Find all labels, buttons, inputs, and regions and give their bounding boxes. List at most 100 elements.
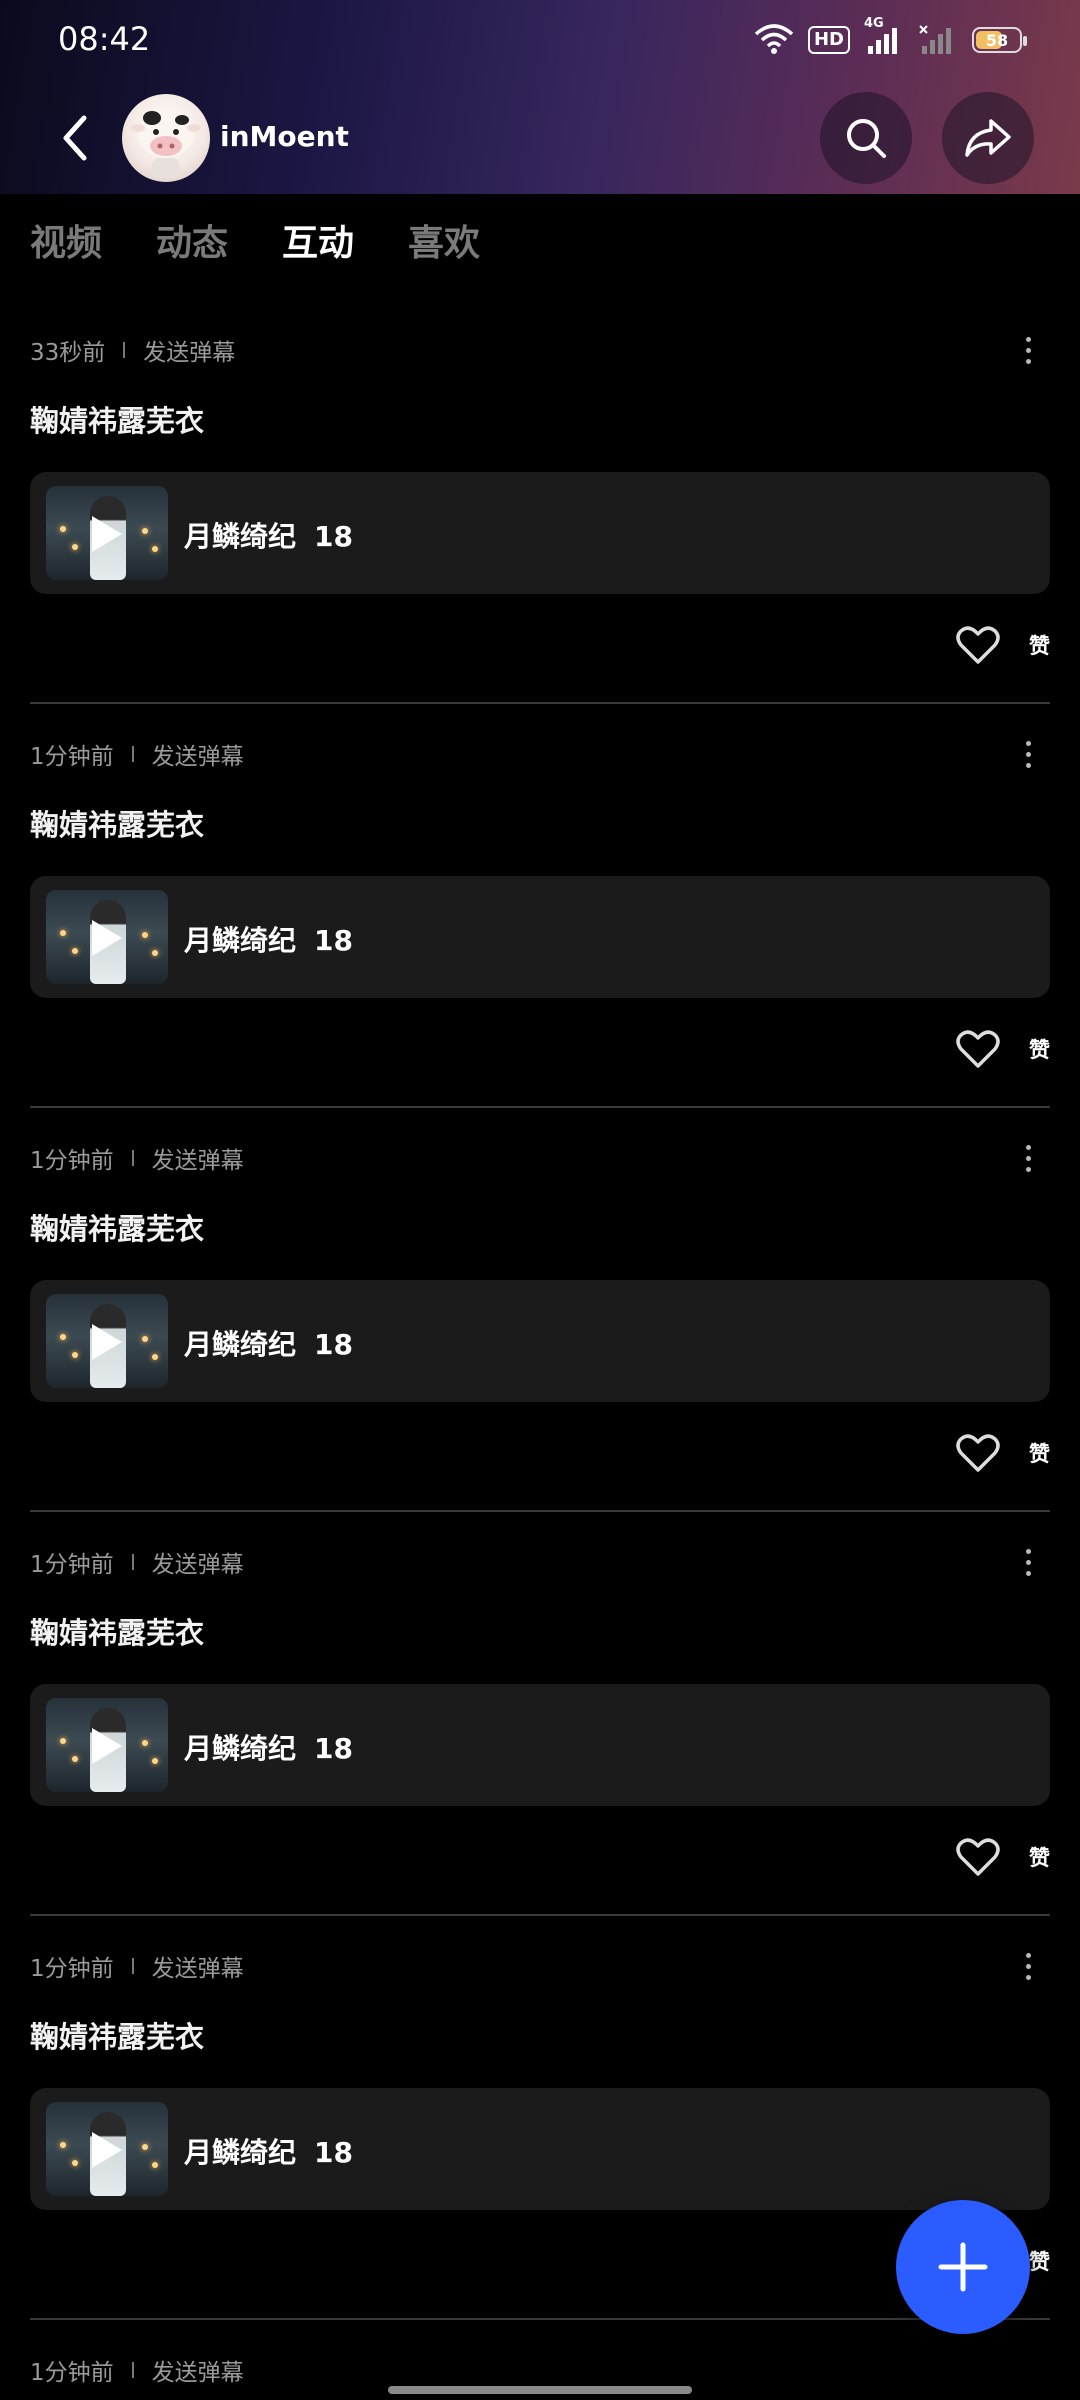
separator <box>131 2362 134 2378</box>
like-label: 赞 <box>1029 1038 1050 1062</box>
post-time: 1分钟前 <box>30 1552 114 1578</box>
more-options-button[interactable] <box>1008 1946 1048 1986</box>
like-button[interactable]: 赞 <box>955 1428 1050 1478</box>
like-label: 赞 <box>1029 634 1050 658</box>
like-button[interactable]: 赞 <box>955 620 1050 670</box>
list-item: 33秒前 发送弹幕 鞠婧祎露芜衣 月鳞绮纪 18 赞 <box>30 300 1050 704</box>
play-icon <box>92 1728 122 1764</box>
username[interactable]: inMoent <box>220 120 349 153</box>
post-time: 1分钟前 <box>30 1148 114 1174</box>
separator <box>131 1554 134 1570</box>
more-vertical-icon <box>1025 336 1031 342</box>
hd-icon: HD <box>807 22 850 58</box>
more-options-button[interactable] <box>1008 330 1048 370</box>
post-action: 发送弹幕 <box>151 744 244 770</box>
post-action: 发送弹幕 <box>143 340 236 366</box>
danmaku-text: 鞠婧祎露芜衣 <box>30 808 205 842</box>
video-thumbnail <box>46 1294 168 1388</box>
tab-likes[interactable]: 喜欢 <box>408 214 480 270</box>
plus-icon <box>938 2242 988 2292</box>
heart-icon <box>956 1030 1000 1068</box>
heart-icon <box>956 1434 1000 1472</box>
profile-tabs: 视频 动态 互动 喜欢 <box>30 214 534 270</box>
play-icon <box>92 516 122 552</box>
share-button[interactable] <box>942 92 1034 184</box>
signal-no-service-icon <box>918 22 958 58</box>
battery-icon: 58 <box>972 22 1027 58</box>
video-thumbnail <box>46 2102 168 2196</box>
video-card[interactable]: 月鳞绮纪 18 <box>30 472 1050 594</box>
create-button[interactable] <box>896 2200 1030 2334</box>
more-options-button[interactable] <box>1008 734 1048 774</box>
like-button[interactable]: 赞 <box>955 1832 1050 1882</box>
danmaku-text: 鞠婧祎露芜衣 <box>30 404 205 438</box>
video-card[interactable]: 月鳞绮纪 18 <box>30 2088 1050 2210</box>
post-meta: 1分钟前 发送弹幕 <box>30 736 244 772</box>
signal-4g-icon: 4G <box>864 16 904 58</box>
video-thumbnail <box>46 1698 168 1792</box>
separator <box>123 342 126 358</box>
cow-avatar-icon <box>131 110 201 178</box>
heart-icon <box>956 626 1000 664</box>
video-thumbnail <box>46 890 168 984</box>
video-title: 月鳞绮纪 18 <box>184 2136 353 2169</box>
more-vertical-icon <box>1025 1548 1031 1554</box>
post-meta: 1分钟前 发送弹幕 <box>30 1544 244 1580</box>
video-title: 月鳞绮纪 18 <box>184 924 353 957</box>
post-time: 1分钟前 <box>30 1956 114 1982</box>
separator <box>131 1958 134 1974</box>
back-button[interactable] <box>48 110 104 166</box>
danmaku-text: 鞠婧祎露芜衣 <box>30 2020 205 2054</box>
more-options-button[interactable] <box>1008 1138 1048 1178</box>
post-action: 发送弹幕 <box>151 1956 244 1982</box>
video-card[interactable]: 月鳞绮纪 18 <box>30 876 1050 998</box>
separator <box>131 746 134 762</box>
back-arrow-icon <box>63 115 87 161</box>
like-label: 赞 <box>1029 2250 1050 2274</box>
like-label: 赞 <box>1029 1442 1050 1466</box>
post-meta: 1分钟前 发送弹幕 <box>30 1140 244 1176</box>
video-card[interactable]: 月鳞绮纪 18 <box>30 1684 1050 1806</box>
post-time: 1分钟前 <box>30 2360 114 2386</box>
more-vertical-icon <box>1025 740 1031 746</box>
danmaku-text: 鞠婧祎露芜衣 <box>30 1616 205 1650</box>
tab-activity[interactable]: 动态 <box>156 214 228 270</box>
like-button[interactable]: 赞 <box>955 1024 1050 1074</box>
post-time: 1分钟前 <box>30 744 114 770</box>
post-time: 33秒前 <box>30 340 106 366</box>
more-options-button[interactable] <box>1008 1542 1048 1582</box>
tab-interactions[interactable]: 互动 <box>282 214 354 270</box>
home-indicator[interactable] <box>388 2386 692 2394</box>
list-item: 1分钟前 发送弹幕 鞠婧祎露芜衣 月鳞绮纪 18 赞 <box>30 704 1050 1108</box>
top-nav: inMoent <box>0 90 1080 186</box>
post-action: 发送弹幕 <box>151 2360 244 2386</box>
tab-videos[interactable]: 视频 <box>30 214 102 270</box>
status-bar: 08:42 HD 4G 58 <box>0 0 1080 80</box>
list-item: 1分钟前 发送弹幕 鞠婧祎露芜衣 月鳞绮纪 18 赞 <box>30 1108 1050 1512</box>
post-action: 发送弹幕 <box>151 1552 244 1578</box>
header: 08:42 HD 4G 58 inMoent <box>0 0 1080 194</box>
play-icon <box>92 2132 122 2168</box>
play-icon <box>92 1324 122 1360</box>
share-icon <box>965 119 1011 157</box>
list-item: 1分钟前 发送弹幕 鞠婧祎露芜衣 月鳞绮纪 18 赞 <box>30 1512 1050 1916</box>
video-title: 月鳞绮纪 18 <box>184 1732 353 1765</box>
video-thumbnail <box>46 486 168 580</box>
video-title: 月鳞绮纪 18 <box>184 1328 353 1361</box>
separator <box>131 1150 134 1166</box>
more-vertical-icon <box>1025 1952 1031 1958</box>
avatar[interactable] <box>122 94 210 182</box>
search-button[interactable] <box>820 92 912 184</box>
post-action: 发送弹幕 <box>151 1148 244 1174</box>
interaction-feed: 33秒前 发送弹幕 鞠婧祎露芜衣 月鳞绮纪 18 赞 1分钟前 发送弹幕 鞠婧祎露芜衣 <box>30 300 1050 2400</box>
video-title: 月鳞绮纪 18 <box>184 520 353 553</box>
wifi-icon <box>754 22 794 58</box>
like-label: 赞 <box>1029 1846 1050 1870</box>
post-meta: 33秒前 发送弹幕 <box>30 332 235 368</box>
status-icons: HD 4G 58 <box>754 16 1027 58</box>
video-card[interactable]: 月鳞绮纪 18 <box>30 1280 1050 1402</box>
danmaku-text: 鞠婧祎露芜衣 <box>30 1212 205 1246</box>
play-icon <box>92 920 122 956</box>
heart-icon <box>956 1838 1000 1876</box>
post-meta: 1分钟前 发送弹幕 <box>30 1948 244 1984</box>
